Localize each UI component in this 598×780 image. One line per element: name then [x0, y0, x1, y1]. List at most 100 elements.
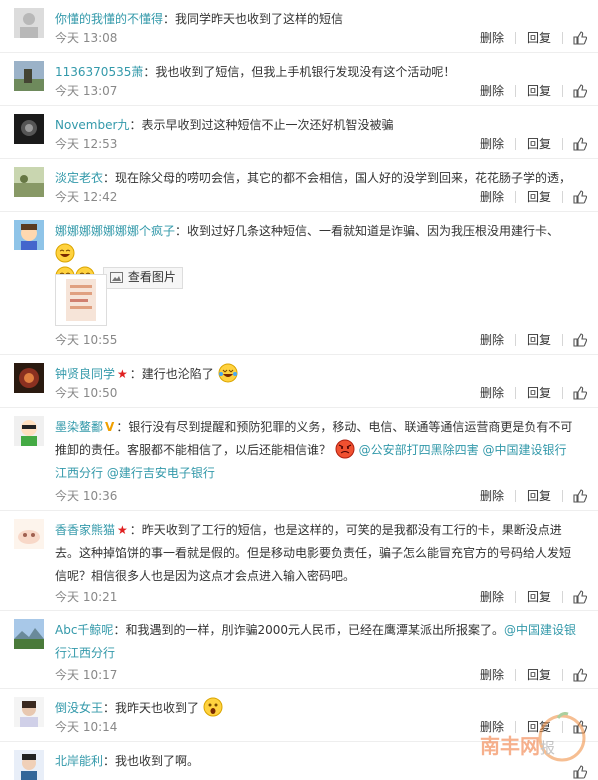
- like-button[interactable]: [563, 667, 592, 682]
- thumbs-up-icon: [573, 667, 587, 682]
- comment-item: 1136370535萧：我也收到了短信，但我上手机银行发现没有这个活动呢！ 今天…: [0, 53, 598, 106]
- comment-actions: 删除 回复: [469, 588, 592, 605]
- commenter-name[interactable]: 北岸能利: [55, 754, 103, 768]
- reply-button[interactable]: 回复: [516, 487, 562, 504]
- delete-button[interactable]: 删除: [469, 82, 515, 99]
- comment-time: 今天 13:07: [55, 84, 118, 98]
- comment-time: 今天 13:08: [55, 31, 118, 45]
- mention-link[interactable]: @公安部打四黑除四害: [359, 443, 479, 457]
- like-button[interactable]: [563, 488, 592, 503]
- avatar[interactable]: [14, 416, 44, 446]
- avatar[interactable]: [14, 220, 44, 250]
- comment-item: November九：表示早收到过这种短信不止一次还好机智没被骗 今天 12:53…: [0, 106, 598, 159]
- avatar[interactable]: [14, 619, 44, 649]
- thumbs-up-icon: [573, 30, 587, 45]
- commenter-name[interactable]: 你懂的我懂的不懂得: [55, 12, 163, 26]
- shocked-emoji-icon: [203, 697, 223, 717]
- commenter-name[interactable]: November九: [55, 118, 129, 132]
- avatar[interactable]: [14, 8, 44, 38]
- avatar[interactable]: [14, 61, 44, 91]
- delete-button[interactable]: 删除: [469, 487, 515, 504]
- like-button[interactable]: [563, 136, 592, 151]
- reply-button[interactable]: 回复: [516, 29, 562, 46]
- reply-button[interactable]: 回复: [516, 82, 562, 99]
- comment-time: 今天 10:14: [55, 720, 118, 734]
- delete-button[interactable]: 删除: [469, 588, 515, 605]
- avatar[interactable]: [14, 697, 44, 727]
- like-button[interactable]: [563, 332, 592, 347]
- reply-button[interactable]: 回复: [516, 666, 562, 683]
- comment-actions: 删除 回复: [469, 487, 592, 504]
- name-separator: ：: [163, 12, 176, 26]
- comment-time: 今天 10:21: [55, 590, 118, 604]
- thumbs-up-icon: [573, 189, 587, 204]
- comment-text: 现在除父母的唠叨会信，其它的都不会相信，国人好的没学到回来，花花肠子学的透，: [115, 171, 572, 185]
- star-badge-icon: ★: [117, 523, 128, 537]
- comment-text: 和我遇到的一样，刖诈骗2000元人民币，已经在鹰潭某派出所报案了。: [125, 623, 504, 637]
- name-separator: ：: [103, 754, 116, 768]
- comment-text: 我也收到了短信，但我上手机银行发现没有这个活动呢！: [155, 65, 456, 79]
- verified-v-icon: V: [105, 420, 115, 434]
- view-picture-button[interactable]: 查看图片: [102, 266, 183, 289]
- commenter-name[interactable]: 淡定老衣: [55, 171, 103, 185]
- commenter-name[interactable]: 墨染鳌鄱: [55, 420, 103, 434]
- picture-icon: [109, 272, 123, 283]
- comment-item: 娜娜娜娜娜娜娜个疯子：收到过好几条这种短信、一看就知道是诈骗、因为我压根没用建行…: [0, 212, 598, 355]
- name-separator: ：: [143, 65, 156, 79]
- name-separator: ：: [103, 171, 116, 185]
- angry-emoji-icon: [335, 439, 355, 459]
- avatar[interactable]: [14, 519, 44, 549]
- avatar[interactable]: [14, 363, 44, 393]
- like-button[interactable]: [563, 385, 592, 400]
- comment-time: 今天 10:50: [55, 386, 118, 400]
- comment-actions: 删除 回复: [469, 82, 592, 99]
- attached-image-thumbnail[interactable]: [55, 274, 107, 326]
- star-badge-icon: ★: [117, 367, 128, 381]
- comment-item: 香香家熊猫 ★ ：昨天收到了工行的短信，也是这样的，可笑的是我都没有工行的卡，果断没…: [0, 511, 598, 611]
- like-button[interactable]: [563, 589, 592, 604]
- comment-time: 今天 12:42: [55, 190, 118, 204]
- like-button[interactable]: [563, 83, 592, 98]
- comment-item: 淡定老衣：现在除父母的唠叨会信，其它的都不会相信，国人好的没学到回来，花花肠子学…: [0, 159, 598, 212]
- thumbs-up-icon: [573, 589, 587, 604]
- reply-button[interactable]: 回复: [516, 331, 562, 348]
- commenter-name[interactable]: Abc千鲸呢: [55, 623, 113, 637]
- like-button[interactable]: [563, 189, 592, 204]
- name-separator: ：: [129, 523, 142, 537]
- like-button[interactable]: [563, 30, 592, 45]
- name-separator: ：: [103, 701, 116, 715]
- reply-button[interactable]: 回复: [516, 188, 562, 205]
- comment-actions: 删除 回复: [469, 331, 592, 348]
- comment-time: 今天 10:36: [55, 489, 118, 503]
- grin-emoji-icon: [55, 243, 75, 263]
- commenter-name[interactable]: 1136370535萧: [55, 65, 143, 79]
- reply-button[interactable]: 回复: [516, 135, 562, 152]
- delete-button[interactable]: 删除: [469, 331, 515, 348]
- thumbs-up-icon: [573, 488, 587, 503]
- mention-link[interactable]: @建行吉安电子银行: [107, 466, 215, 480]
- delete-button[interactable]: 删除: [469, 29, 515, 46]
- thumbs-up-icon: [573, 83, 587, 98]
- avatar[interactable]: [14, 114, 44, 144]
- commenter-name[interactable]: 钟贤良同学: [55, 367, 115, 381]
- commenter-name[interactable]: 娜娜娜娜娜娜娜个疯子: [55, 224, 175, 238]
- comment-text: 我昨天也收到了: [115, 701, 200, 715]
- comment-text: 我同学昨天也收到了这样的短信: [175, 12, 344, 26]
- comment-item: 你懂的我懂的不懂得：我同学昨天也收到了这样的短信 今天 13:08 删除 回复: [0, 0, 598, 53]
- delete-button[interactable]: 删除: [469, 188, 515, 205]
- site-watermark: 南丰网报: [470, 712, 590, 772]
- delete-button[interactable]: 删除: [469, 384, 515, 401]
- commenter-name[interactable]: 香香家熊猫: [55, 523, 115, 537]
- laugh-cry-emoji-icon: [218, 363, 238, 383]
- thumbs-up-icon: [573, 136, 587, 151]
- commenter-name[interactable]: 倒没女王: [55, 701, 103, 715]
- delete-button[interactable]: 删除: [469, 666, 515, 683]
- avatar[interactable]: [14, 167, 44, 197]
- reply-button[interactable]: 回复: [516, 384, 562, 401]
- comment-actions: 删除 回复: [469, 29, 592, 46]
- comment-item: 钟贤良同学 ★ ：建行也沦陷了 今天 10:50 删除 回复: [0, 355, 598, 408]
- comment-actions: 删除 回复: [469, 135, 592, 152]
- delete-button[interactable]: 删除: [469, 135, 515, 152]
- reply-button[interactable]: 回复: [516, 588, 562, 605]
- name-separator: ：: [129, 118, 142, 132]
